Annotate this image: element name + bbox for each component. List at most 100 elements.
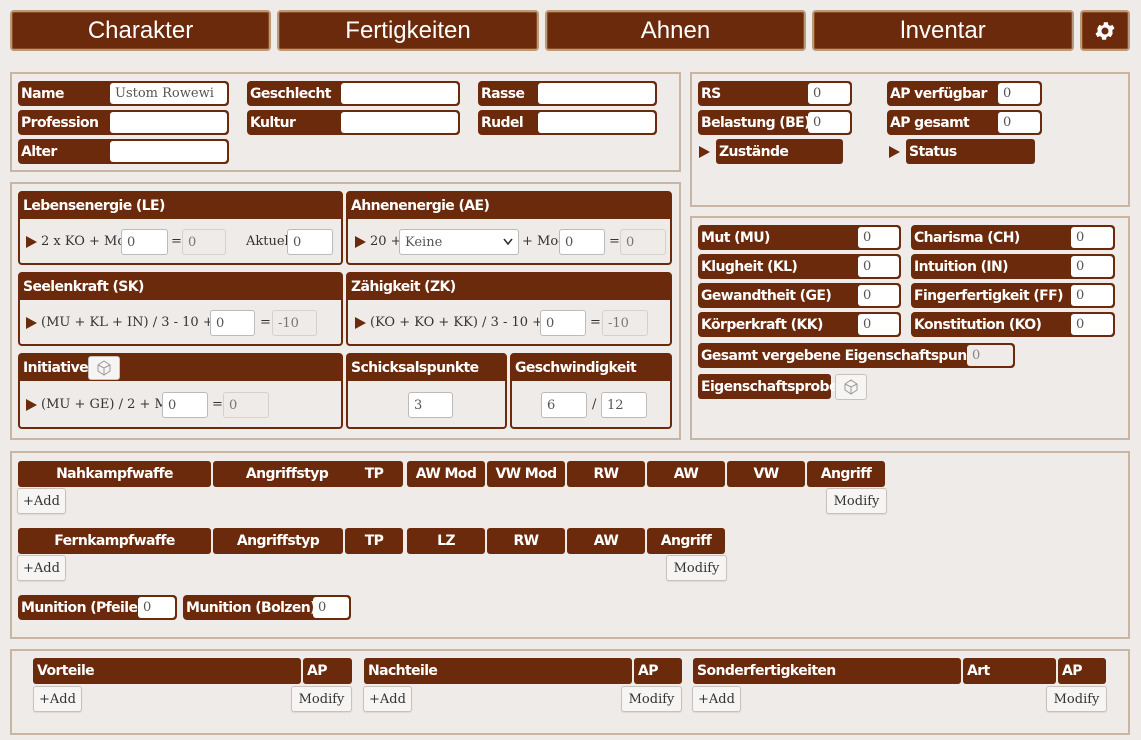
modify-nachteil-button[interactable]: Modify	[621, 686, 682, 712]
ko-field[interactable]: Konstitution (KO) 0	[911, 312, 1115, 337]
sonderfertigkeiten-header: Sonderfertigkeiten	[693, 658, 961, 684]
zustaende-toggle[interactable]: Zustände	[716, 139, 843, 164]
alter-field[interactable]: Alter	[18, 139, 229, 164]
rudel-field[interactable]: Rudel	[478, 110, 657, 135]
ff-input[interactable]: 0	[1071, 285, 1113, 306]
tab-ahnen[interactable]: Ahnen	[545, 10, 806, 51]
ae-mod-input[interactable]: 0	[559, 229, 605, 255]
vorteile-header: Vorteile	[33, 658, 301, 684]
geschlecht-field[interactable]: Geschlecht	[247, 81, 460, 106]
column-header: RW	[487, 528, 565, 554]
munition-pfeile-field[interactable]: Munition (Pfeile) 0	[18, 595, 177, 620]
kultur-input[interactable]	[341, 112, 458, 133]
equals-sign: =	[171, 234, 182, 249]
schicksalspunkte-title: Schicksalspunkte	[348, 355, 505, 381]
ch-field[interactable]: Charisma (CH) 0	[911, 225, 1115, 250]
le-aktuell-input[interactable]: 0	[287, 229, 333, 255]
dice-icon	[97, 360, 111, 376]
name-input[interactable]: Ustom Rowewi	[110, 83, 227, 104]
alter-input[interactable]	[110, 141, 227, 162]
sonderfertigkeiten-ap-header: AP	[1058, 658, 1106, 684]
modify-sonderfertigkeit-button[interactable]: Modify	[1046, 686, 1107, 712]
tab-fertigkeiten[interactable]: Fertigkeiten	[277, 10, 539, 51]
column-header: Angriff	[807, 461, 885, 487]
munition-pfeile-input[interactable]: 0	[138, 597, 175, 618]
equals-sign: =	[212, 397, 223, 412]
geschwindigkeit-max-input[interactable]: 12	[601, 392, 647, 418]
rasse-field[interactable]: Rasse	[478, 81, 657, 106]
ge-input[interactable]: 0	[858, 285, 899, 306]
be-field[interactable]: Belastung (BE) 0	[698, 110, 852, 135]
sk-result: -10	[272, 310, 317, 336]
add-sonderfertigkeit-button[interactable]: +Add	[692, 686, 741, 712]
profession-input[interactable]	[110, 112, 227, 133]
ap-verfuegbar-field[interactable]: AP verfügbar 0	[887, 81, 1042, 106]
nachteile-ap-header: AP	[634, 658, 682, 684]
rs-input[interactable]: 0	[808, 83, 850, 104]
expand-arrow-icon	[26, 399, 37, 411]
dice-roll-button[interactable]	[835, 374, 867, 400]
ko-input[interactable]: 0	[1071, 314, 1113, 335]
column-header: Nahkampfwaffe	[18, 461, 211, 487]
name-field[interactable]: Name Ustom Rowewi	[18, 81, 229, 106]
dice-roll-button[interactable]	[88, 356, 120, 380]
zk-mod-input[interactable]: 0	[540, 310, 586, 336]
add-ranged-button[interactable]: +Add	[17, 555, 66, 581]
add-vorteil-button[interactable]: +Add	[33, 686, 82, 712]
eigenschaftsprobe-label: Eigenschaftsprobe	[698, 374, 838, 399]
settings-button[interactable]	[1080, 10, 1130, 51]
kk-field[interactable]: Körperkraft (KK) 0	[698, 312, 901, 337]
column-header: Fernkampfwaffe	[18, 528, 211, 554]
kl-field[interactable]: Klugheit (KL) 0	[698, 254, 901, 279]
status-toggle[interactable]: Status	[906, 139, 1035, 164]
schicksalspunkte-box: Schicksalspunkte 3	[346, 353, 507, 429]
ap-gesamt-field[interactable]: AP gesamt 0	[887, 110, 1042, 135]
munition-bolzen-input[interactable]: 0	[313, 597, 349, 618]
geschwindigkeit-input[interactable]: 6	[541, 392, 587, 418]
expand-arrow-icon[interactable]	[699, 146, 710, 158]
modify-ranged-button[interactable]: Modify	[666, 555, 727, 581]
mu-field[interactable]: Mut (MU) 0	[698, 225, 901, 250]
add-melee-button[interactable]: +Add	[17, 488, 66, 514]
ae-title: Ahnenenergie (AE)	[348, 193, 670, 219]
modify-melee-button[interactable]: Modify	[826, 488, 887, 514]
tab-inventar[interactable]: lnventar	[812, 10, 1074, 51]
sk-mod-input[interactable]: 0	[210, 310, 255, 336]
le-mod-input[interactable]: 0	[121, 229, 168, 255]
kultur-field[interactable]: Kultur	[247, 110, 460, 135]
geschlecht-input[interactable]	[341, 83, 458, 104]
column-header: LZ	[407, 528, 485, 554]
modify-vorteil-button[interactable]: Modify	[291, 686, 352, 712]
total-points-field: Gesamt vergebene Eigenschaftspunkte 0	[698, 343, 1015, 368]
equals-sign: =	[260, 315, 271, 330]
add-nachteil-button[interactable]: +Add	[363, 686, 412, 712]
rudel-input[interactable]	[538, 112, 655, 133]
ap-gesamt-input[interactable]: 0	[998, 112, 1040, 133]
ini-mod-input[interactable]: 0	[162, 392, 208, 418]
ae-tradition-select[interactable]: Keine	[399, 229, 519, 255]
in-input[interactable]: 0	[1071, 256, 1113, 277]
ff-field[interactable]: Fingerfertigkeit (FF) 0	[911, 283, 1115, 308]
ch-input[interactable]: 0	[1071, 227, 1113, 248]
geschwindigkeit-box: Geschwindigkeit 6 / 12	[510, 353, 672, 429]
ini-title: Initiative	[23, 360, 89, 376]
sk-box: Seelenkraft (SK) (MU + KL + IN) / 3 - 10…	[18, 272, 343, 346]
munition-bolzen-field[interactable]: Munition (Bolzen) 0	[183, 595, 351, 620]
rasse-input[interactable]	[538, 83, 655, 104]
rs-field[interactable]: RS 0	[698, 81, 852, 106]
le-title: Lebensenergie (LE)	[20, 193, 341, 219]
tab-charakter[interactable]: Charakter	[10, 10, 271, 51]
ap-verfuegbar-input[interactable]: 0	[998, 83, 1040, 104]
sk-title: Seelenkraft (SK)	[20, 274, 341, 300]
ge-field[interactable]: Gewandtheit (GE) 0	[698, 283, 901, 308]
kl-input[interactable]: 0	[858, 256, 899, 277]
in-field[interactable]: Intuition (IN) 0	[911, 254, 1115, 279]
mu-input[interactable]: 0	[858, 227, 899, 248]
schicksalspunkte-input[interactable]: 3	[408, 392, 453, 418]
expand-arrow-icon[interactable]	[889, 146, 900, 158]
geschwindigkeit-title: Geschwindigkeit	[512, 355, 670, 381]
be-input[interactable]: 0	[808, 112, 850, 133]
profession-field[interactable]: Profession	[18, 110, 229, 135]
kk-input[interactable]: 0	[858, 314, 899, 335]
art-header: Art	[963, 658, 1056, 684]
